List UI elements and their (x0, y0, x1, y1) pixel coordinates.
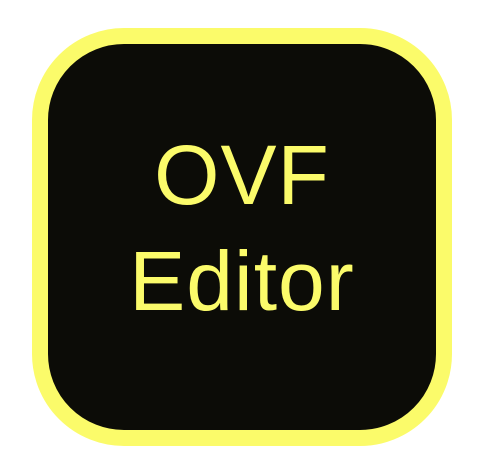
icon-text-editor: Editor (129, 234, 355, 328)
icon-text-ovf: OVF (154, 128, 330, 222)
ovf-editor-app-icon: OVF Editor (32, 28, 452, 446)
